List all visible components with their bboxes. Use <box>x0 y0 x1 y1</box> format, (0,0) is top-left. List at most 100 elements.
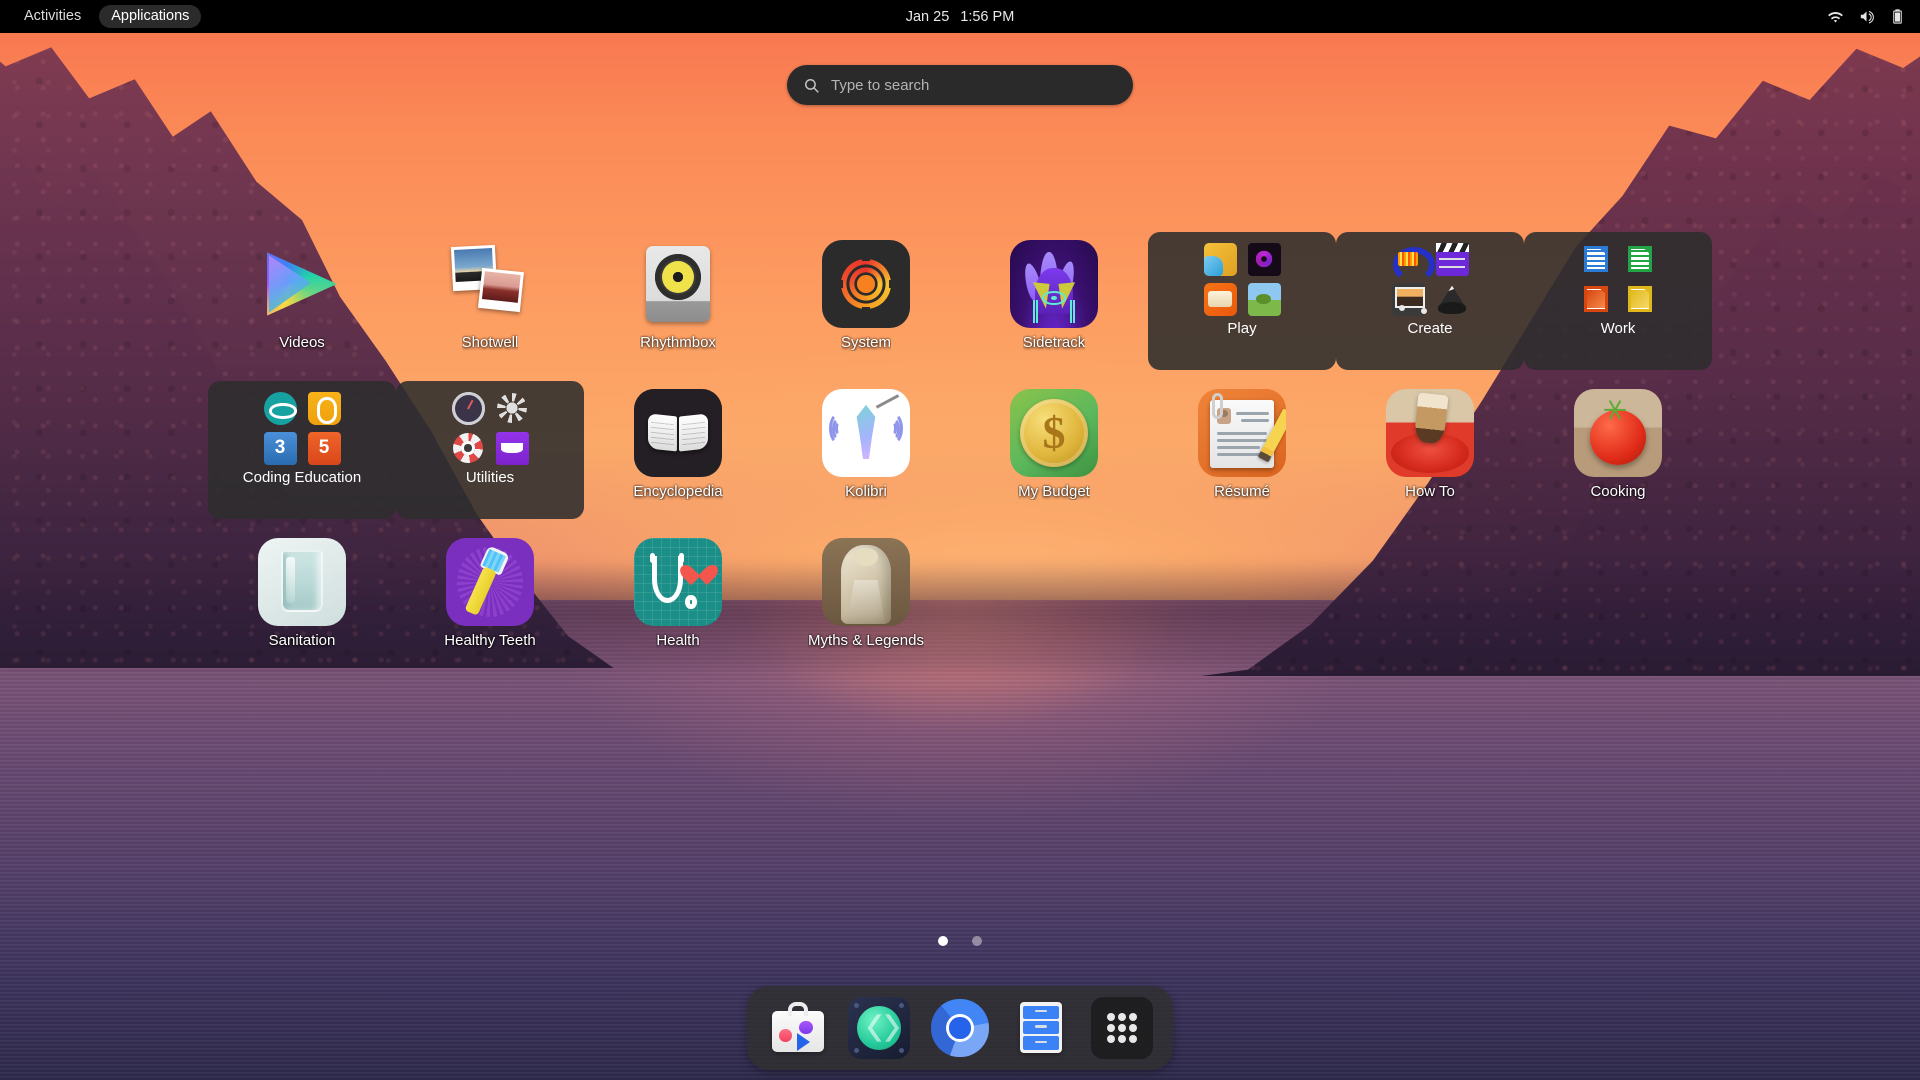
libreoffice-impress-icon <box>1580 283 1613 316</box>
how-to-icon <box>1386 389 1474 477</box>
app-label: Sidetrack <box>1023 334 1086 351</box>
arduino-icon <box>264 392 297 425</box>
app-label: Sanitation <box>269 632 336 649</box>
folder-play[interactable]: Play <box>1148 232 1336 370</box>
app-label: Shotwell <box>462 334 519 351</box>
rhythmbox-icon <box>634 240 722 328</box>
encyclopedia-icon <box>634 389 722 477</box>
storybook-icon <box>1204 283 1237 316</box>
applications-button[interactable]: Applications <box>99 5 201 28</box>
battery-icon[interactable] <box>1889 8 1906 25</box>
app-healthy-teeth[interactable]: Healthy Teeth <box>396 530 584 675</box>
folder-preview <box>449 391 531 465</box>
page-indicator[interactable] <box>938 936 982 946</box>
sanitation-icon <box>258 538 346 626</box>
search-box[interactable]: Type to search <box>787 65 1133 105</box>
folder-coding-education[interactable]: 3 5 Coding Education <box>208 381 396 519</box>
libreoffice-calc-icon <box>1624 243 1657 276</box>
app-label: Encyclopedia <box>633 483 722 500</box>
dock-item-chromium[interactable] <box>929 997 991 1059</box>
paint-icon <box>1204 243 1237 276</box>
html5-icon: 5 <box>308 432 341 465</box>
healthy-teeth-icon <box>446 538 534 626</box>
app-label: Healthy Teeth <box>444 632 535 649</box>
page-dot-2[interactable] <box>972 936 982 946</box>
app-label: Cooking <box>1590 483 1645 500</box>
folder-label: Play <box>1227 320 1256 337</box>
top-bar: Activities Applications Jan 25 1:56 PM <box>0 0 1920 33</box>
scratch-icon <box>308 392 341 425</box>
app-sanitation[interactable]: Sanitation <box>208 530 396 675</box>
settings-gear-icon <box>496 392 529 425</box>
app-label: Rhythmbox <box>640 334 716 351</box>
grid-spacer <box>1336 530 1524 675</box>
dock-item-files[interactable] <box>1010 997 1072 1059</box>
dock-item-show-applications[interactable] <box>1091 997 1153 1059</box>
folder-label: Create <box>1407 320 1452 337</box>
folder-label: Work <box>1601 320 1636 337</box>
folder-work[interactable]: Work <box>1524 232 1712 370</box>
app-videos[interactable]: Videos <box>208 232 396 377</box>
dock-item-software[interactable] <box>767 997 829 1059</box>
wifi-icon[interactable] <box>1827 8 1844 25</box>
app-label: Health <box>656 632 699 649</box>
search-input[interactable]: Type to search <box>831 77 929 94</box>
app-label: Myths & Legends <box>808 632 924 649</box>
inkscape-icon <box>1436 283 1469 316</box>
search-icon <box>803 77 820 94</box>
app-rhythmbox[interactable]: Rhythmbox <box>584 232 772 377</box>
app-resume[interactable]: Résumé <box>1148 381 1336 526</box>
app-kolibri[interactable]: Kolibri <box>772 381 960 526</box>
css3-icon: 3 <box>264 432 297 465</box>
app-label: My Budget <box>1018 483 1090 500</box>
clock-button[interactable]: Jan 25 1:56 PM <box>906 9 1015 25</box>
app-grid-row: Sanitation Healthy Teeth <box>0 530 1920 675</box>
notes-icon <box>496 432 529 465</box>
videos-icon <box>258 240 346 328</box>
myths-legends-icon <box>822 538 910 626</box>
folder-create[interactable]: Create <box>1336 232 1524 370</box>
grid-spacer <box>1524 530 1712 675</box>
folder-preview <box>1389 242 1471 316</box>
app-grid-row: 3 5 Coding Education Utilities <box>0 381 1920 526</box>
folder-utilities[interactable]: Utilities <box>396 381 584 519</box>
folder-preview: 3 5 <box>261 391 343 465</box>
app-myths-legends[interactable]: Myths & Legends <box>772 530 960 675</box>
libreoffice-writer-icon <box>1580 243 1613 276</box>
app-how-to[interactable]: How To <box>1336 381 1524 526</box>
volume-icon[interactable] <box>1858 8 1875 25</box>
system-tray[interactable] <box>1827 8 1906 25</box>
image-viewer-icon <box>1392 283 1425 316</box>
clock-time: 1:56 PM <box>960 9 1014 25</box>
my-budget-icon: $ <box>1010 389 1098 477</box>
app-encyclopedia[interactable]: Encyclopedia <box>584 381 772 526</box>
clock-icon <box>452 392 485 425</box>
app-label: Résumé <box>1214 483 1270 500</box>
folder-label: Coding Education <box>243 469 361 486</box>
app-label: How To <box>1405 483 1455 500</box>
app-my-budget[interactable]: $ My Budget <box>960 381 1148 526</box>
grid-spacer <box>960 530 1148 675</box>
activities-button[interactable]: Activities <box>12 5 93 28</box>
app-system[interactable]: System <box>772 232 960 377</box>
help-lifebuoy-icon <box>452 432 485 465</box>
grid-spacer <box>1148 530 1336 675</box>
page-dot-1[interactable] <box>938 936 948 946</box>
video-editor-icon <box>1436 243 1469 276</box>
shotwell-icon <box>446 240 534 328</box>
app-cooking[interactable]: Cooking <box>1524 381 1712 526</box>
app-label: System <box>841 334 891 351</box>
dock-item-code[interactable] <box>848 997 910 1059</box>
app-shotwell[interactable]: Shotwell <box>396 232 584 377</box>
app-label: Kolibri <box>845 483 887 500</box>
resume-icon <box>1198 389 1286 477</box>
cooking-icon <box>1574 389 1662 477</box>
app-label: Videos <box>279 334 325 351</box>
folder-preview <box>1201 242 1283 316</box>
app-grid: Videos Shotwell Rhythmbox System <box>0 232 1920 675</box>
clock-date: Jan 25 <box>906 9 950 25</box>
app-sidetrack[interactable]: Sidetrack <box>960 232 1148 377</box>
folder-label: Utilities <box>466 469 514 486</box>
app-health[interactable]: Health <box>584 530 772 675</box>
folder-preview <box>1577 242 1659 316</box>
